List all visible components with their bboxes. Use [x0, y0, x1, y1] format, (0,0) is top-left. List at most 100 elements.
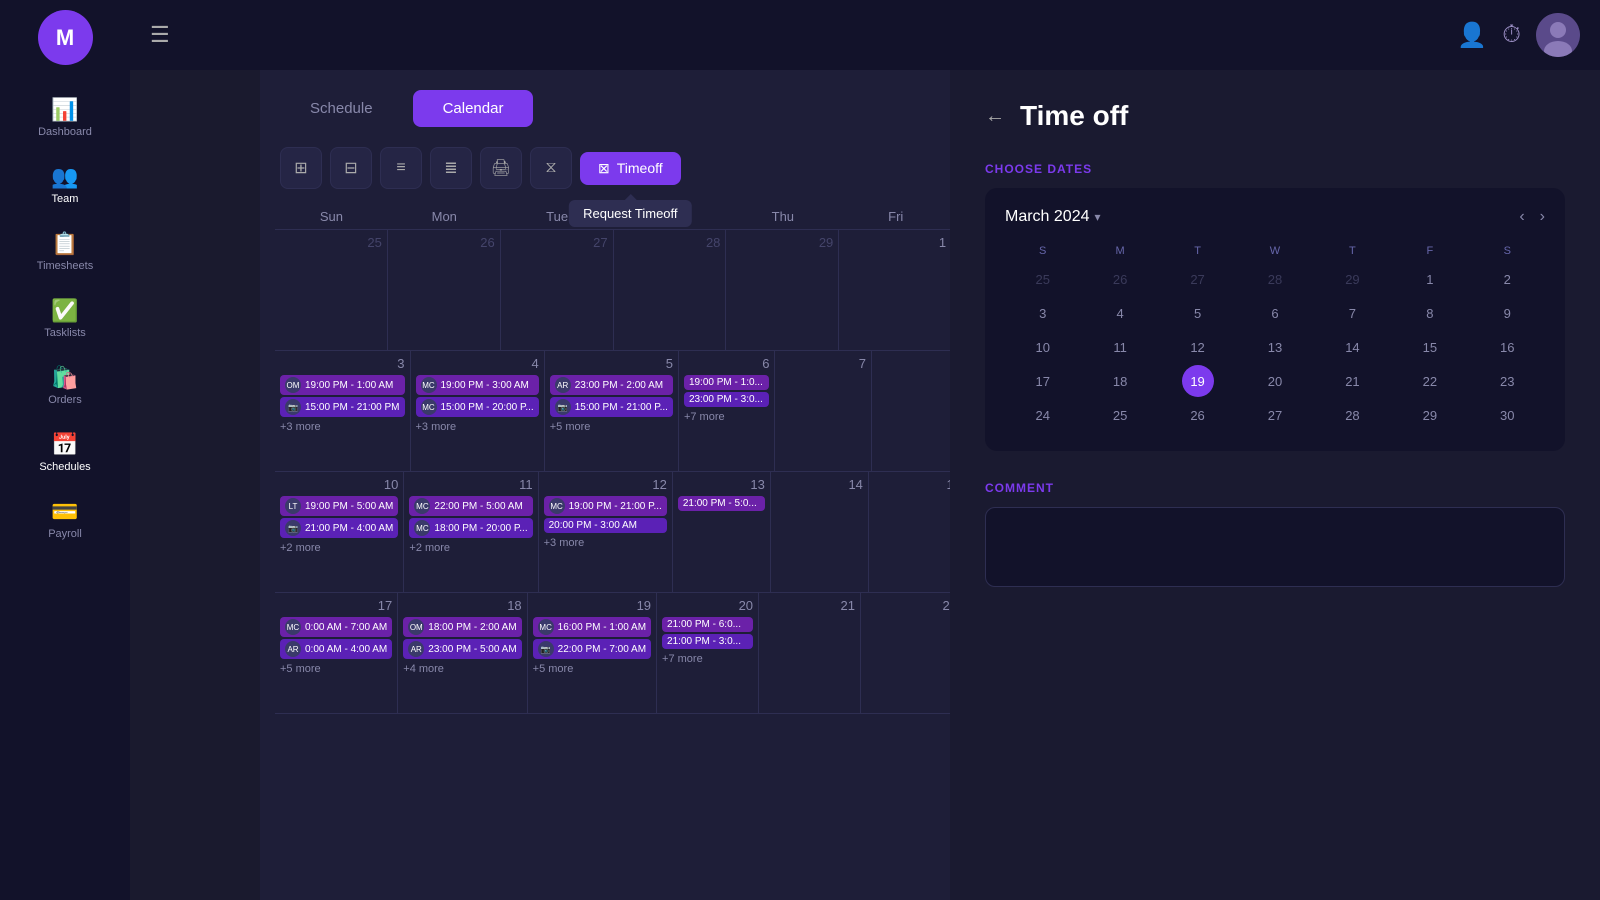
mini-calendar-day[interactable]: 29 — [1336, 263, 1368, 295]
calendar-cell[interactable]: 4 MC 19:00 PM - 3:00 AM MC 15:00 PM - 20… — [411, 351, 545, 471]
mini-calendar-day[interactable]: 8 — [1414, 297, 1446, 329]
mini-calendar-day[interactable]: 20 — [1259, 365, 1291, 397]
more-events[interactable]: +3 more — [280, 419, 405, 435]
users-icon[interactable]: 👤 — [1457, 21, 1487, 50]
mini-calendar-day[interactable]: 26 — [1104, 263, 1136, 295]
event-bar[interactable]: 📷 15:00 PM - 21:00 P... — [550, 397, 673, 417]
mini-calendar-day[interactable]: 13 — [1259, 331, 1291, 363]
more-events[interactable]: +5 more — [550, 419, 673, 435]
mini-calendar-day[interactable]: 10 — [1027, 331, 1059, 363]
event-bar[interactable]: 23:00 PM - 3:0... — [684, 392, 770, 407]
event-bar[interactable]: 📷 21:00 PM - 4:00 AM — [280, 518, 398, 538]
calendar-cell[interactable]: 20 21:00 PM - 6:0... 21:00 PM - 3:0... +… — [657, 593, 759, 713]
calendar-cell[interactable]: 22 — [861, 593, 963, 713]
event-bar[interactable]: 20:00 PM - 3:00 AM — [544, 518, 667, 533]
sidebar-item-timesheets[interactable]: 📋 Timesheets — [0, 219, 130, 286]
more-events[interactable]: +3 more — [416, 419, 539, 435]
mini-calendar-day[interactable]: 27 — [1182, 263, 1214, 295]
event-bar[interactable]: MC 19:00 PM - 21:00 P... — [544, 496, 667, 516]
calendar-cell[interactable]: 11 MC 22:00 PM - 5:00 AM MC 18:00 PM - 2… — [404, 472, 538, 592]
calendar-cell[interactable]: 25 — [275, 230, 388, 350]
mini-calendar-day[interactable]: 18 — [1104, 365, 1136, 397]
view-grid-button[interactable]: ⊞ — [280, 147, 322, 189]
mini-calendar-day[interactable]: 26 — [1182, 399, 1214, 431]
event-bar[interactable]: 21:00 PM - 6:0... — [662, 617, 753, 632]
more-events[interactable]: +2 more — [280, 540, 398, 556]
event-bar[interactable]: 19:00 PM - 1:0... — [684, 375, 770, 390]
mini-calendar-day[interactable]: 15 — [1414, 331, 1446, 363]
prev-month-button[interactable]: ‹ — [1519, 208, 1524, 226]
print-button[interactable]: 🖨 — [480, 147, 522, 189]
timer-icon[interactable]: ⏱ — [1502, 21, 1521, 49]
more-events[interactable]: +4 more — [403, 661, 521, 677]
hamburger-button[interactable]: ☰ — [150, 22, 170, 48]
event-bar[interactable]: AR 0:00 AM - 4:00 AM — [280, 639, 392, 659]
calendar-cell[interactable]: 7 — [775, 351, 872, 471]
event-bar[interactable]: MC 0:00 AM - 7:00 AM — [280, 617, 392, 637]
mini-calendar-day[interactable]: 6 — [1259, 297, 1291, 329]
calendar-cell[interactable]: 27 — [501, 230, 614, 350]
tab-schedule[interactable]: Schedule — [280, 90, 403, 127]
event-bar[interactable]: MC 15:00 PM - 20:00 P... — [416, 397, 539, 417]
calendar-cell[interactable]: 12 MC 19:00 PM - 21:00 P... 20:00 PM - 3… — [539, 472, 673, 592]
mini-calendar-day[interactable]: 12 — [1182, 331, 1214, 363]
event-bar[interactable]: MC 18:00 PM - 20:00 P... — [409, 518, 532, 538]
filter-button[interactable]: ⧖ — [530, 147, 572, 189]
mini-calendar-day[interactable]: 27 — [1259, 399, 1291, 431]
mini-calendar-day[interactable]: 24 — [1027, 399, 1059, 431]
event-bar[interactable]: 21:00 PM - 3:0... — [662, 634, 753, 649]
mini-calendar-day[interactable]: 17 — [1027, 365, 1059, 397]
sidebar-item-tasklists[interactable]: ✅ Tasklists — [0, 286, 130, 353]
app-logo[interactable]: M — [38, 10, 93, 65]
calendar-cell[interactable]: 21 — [759, 593, 861, 713]
mini-calendar-day[interactable]: 16 — [1491, 331, 1523, 363]
comment-input[interactable] — [985, 507, 1565, 587]
mini-calendar-day[interactable]: 28 — [1336, 399, 1368, 431]
mini-calendar-day[interactable]: 3 — [1027, 297, 1059, 329]
mini-calendar-day[interactable]: 7 — [1336, 297, 1368, 329]
event-bar[interactable]: 📷 15:00 PM - 21:00 PM — [280, 397, 405, 417]
calendar-cell[interactable]: 13 21:00 PM - 5:0... — [673, 472, 771, 592]
event-bar[interactable]: MC 22:00 PM - 5:00 AM — [409, 496, 532, 516]
mini-calendar-day-today[interactable]: 19 — [1182, 365, 1214, 397]
calendar-cell[interactable]: 5 AR 23:00 PM - 2:00 AM 📷 15:00 PM - 21:… — [545, 351, 679, 471]
mini-calendar-day[interactable]: 21 — [1336, 365, 1368, 397]
event-bar[interactable]: AR 23:00 PM - 2:00 AM — [550, 375, 673, 395]
more-events[interactable]: +7 more — [684, 409, 770, 425]
user-avatar[interactable] — [1536, 13, 1580, 57]
calendar-cell[interactable]: 3 OM 19:00 PM - 1:00 AM 📷 15:00 PM - 21:… — [275, 351, 411, 471]
next-month-button[interactable]: › — [1540, 208, 1545, 226]
calendar-cell[interactable]: 17 MC 0:00 AM - 7:00 AM AR 0:00 AM - 4:0… — [275, 593, 398, 713]
event-bar[interactable]: AR 23:00 PM - 5:00 AM — [403, 639, 521, 659]
more-events[interactable]: +7 more — [662, 651, 753, 667]
mini-calendar-day[interactable]: 14 — [1336, 331, 1368, 363]
calendar-cell[interactable]: 19 MC 16:00 PM - 1:00 AM 📷 22:00 PM - 7:… — [528, 593, 657, 713]
more-events[interactable]: +5 more — [280, 661, 392, 677]
sidebar-item-team[interactable]: 👥 Team — [0, 152, 130, 219]
mini-calendar-day[interactable]: 22 — [1414, 365, 1446, 397]
event-bar[interactable]: OM 18:00 PM - 2:00 AM — [403, 617, 521, 637]
month-year-selector[interactable]: March 2024 ▾ — [1005, 208, 1101, 226]
mini-calendar-day[interactable]: 9 — [1491, 297, 1523, 329]
mini-calendar-day[interactable]: 2 — [1491, 263, 1523, 295]
calendar-cell[interactable]: 26 — [388, 230, 501, 350]
event-bar[interactable]: 21:00 PM - 5:0... — [678, 496, 765, 511]
event-bar[interactable]: OM 19:00 PM - 1:00 AM — [280, 375, 405, 395]
view-columns-button[interactable]: ⊟ — [330, 147, 372, 189]
sidebar-item-dashboard[interactable]: 📊 Dashboard — [0, 85, 130, 152]
mini-calendar-day[interactable]: 30 — [1491, 399, 1523, 431]
sidebar-item-payroll[interactable]: 💳 Payroll — [0, 487, 130, 554]
mini-calendar-day[interactable]: 5 — [1182, 297, 1214, 329]
mini-calendar-day[interactable]: 25 — [1027, 263, 1059, 295]
mini-calendar-day[interactable]: 23 — [1491, 365, 1523, 397]
view-rows-button[interactable]: ≣ — [430, 147, 472, 189]
calendar-cell[interactable]: 29 — [726, 230, 839, 350]
tab-calendar[interactable]: Calendar — [413, 90, 534, 127]
event-bar[interactable]: 📷 22:00 PM - 7:00 AM — [533, 639, 651, 659]
event-bar[interactable]: LT 19:00 PM - 5:00 AM — [280, 496, 398, 516]
calendar-cell[interactable]: 18 OM 18:00 PM - 2:00 AM AR 23:00 PM - 5… — [398, 593, 527, 713]
mini-calendar-day[interactable]: 25 — [1104, 399, 1136, 431]
sidebar-item-schedules[interactable]: 📅 Schedules — [0, 420, 130, 487]
event-bar[interactable]: MC 19:00 PM - 3:00 AM — [416, 375, 539, 395]
mini-calendar-day[interactable]: 28 — [1259, 263, 1291, 295]
